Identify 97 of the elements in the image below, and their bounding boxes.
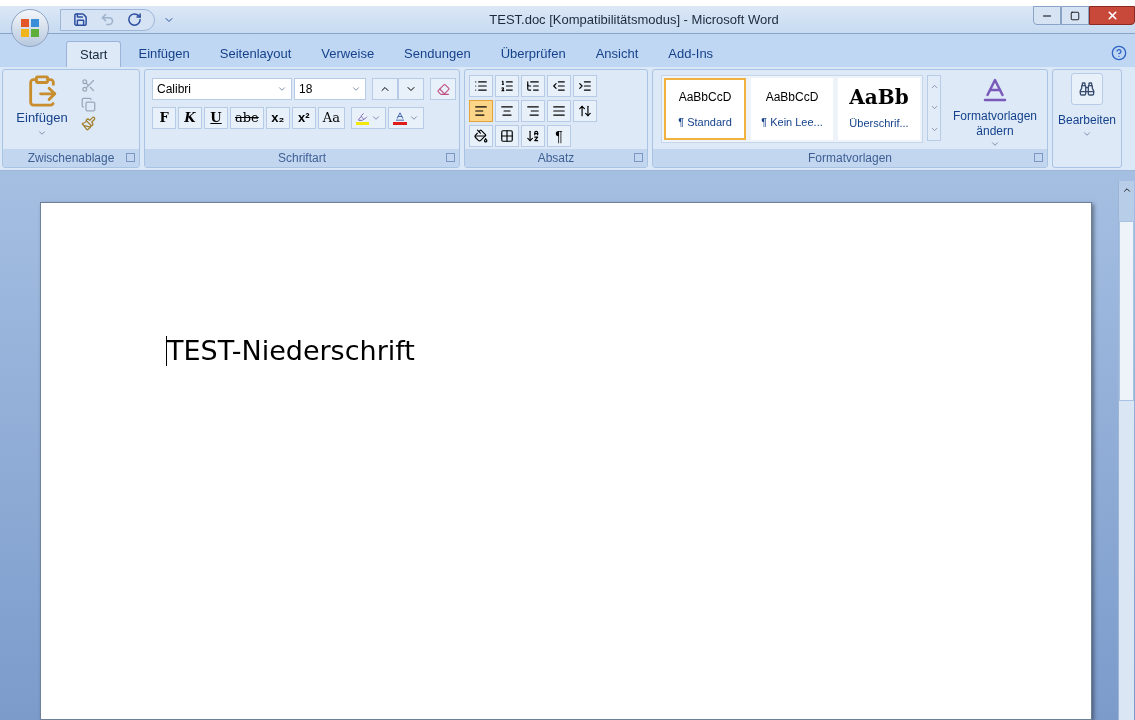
dialog-launcher-icon[interactable] bbox=[446, 153, 455, 162]
align-button[interactable] bbox=[521, 100, 545, 122]
format-button[interactable]: U bbox=[204, 107, 228, 129]
borders-button[interactable] bbox=[495, 125, 519, 147]
save-icon bbox=[73, 12, 88, 27]
align-center-icon bbox=[500, 104, 514, 118]
caret-icon bbox=[408, 113, 419, 123]
font-color-button[interactable] bbox=[387, 107, 424, 129]
align-right-icon bbox=[526, 104, 540, 118]
format-button[interactable]: x₂ bbox=[265, 107, 290, 129]
align-button[interactable] bbox=[469, 100, 493, 122]
multilevel-list-icon bbox=[526, 79, 540, 93]
justify-icon bbox=[552, 104, 566, 118]
grid-icon bbox=[500, 129, 514, 143]
sort-icon bbox=[526, 129, 540, 143]
shading-button[interactable] bbox=[469, 125, 493, 147]
multilevel-list-button[interactable] bbox=[521, 75, 545, 97]
line-spacing-button[interactable] bbox=[573, 100, 597, 122]
undo-icon bbox=[100, 12, 115, 27]
group-title: Formatvorlagen bbox=[807, 150, 892, 167]
style-name: ¶ Standard bbox=[678, 114, 732, 130]
grow-font-button[interactable] bbox=[372, 78, 398, 100]
style-preview: AaBb bbox=[849, 86, 909, 107]
up-chevron-icon bbox=[1121, 185, 1132, 195]
show-marks-button[interactable]: ¶ bbox=[547, 125, 571, 147]
maximize-button[interactable] bbox=[1061, 6, 1089, 25]
cut-icon[interactable] bbox=[81, 78, 96, 93]
brush-icon[interactable] bbox=[81, 116, 96, 131]
style-item[interactable]: AaBb Überschrif... bbox=[838, 78, 920, 140]
decrease-indent-icon bbox=[552, 79, 566, 93]
maximize-icon bbox=[1070, 10, 1080, 21]
paste-button[interactable]: Einfügen bbox=[7, 74, 77, 149]
style-name: Überschrif... bbox=[849, 115, 909, 131]
caret-icon bbox=[990, 139, 1000, 149]
font-family-field[interactable]: Calibri bbox=[152, 78, 292, 100]
dialog-launcher-icon[interactable] bbox=[126, 153, 135, 162]
redo-icon bbox=[127, 12, 142, 27]
caret-icon bbox=[351, 84, 361, 94]
change-styles-button[interactable]: Formatvorlagen ändern bbox=[945, 75, 1045, 149]
group-title: Schriftart bbox=[278, 150, 326, 167]
office-logo-icon bbox=[21, 19, 39, 37]
font-size-field[interactable]: 18 bbox=[294, 78, 366, 100]
font-color-icon bbox=[392, 111, 407, 125]
document-text: TEST-Niederschrift bbox=[167, 334, 415, 368]
ribbon-tab[interactable]: Add-Ins bbox=[655, 41, 727, 67]
format-button[interactable]: F bbox=[152, 107, 176, 129]
minimize-button[interactable] bbox=[1033, 6, 1061, 25]
numbering-button[interactable] bbox=[495, 75, 519, 97]
sort-button[interactable] bbox=[521, 125, 545, 147]
decrease-indent-button[interactable] bbox=[547, 75, 571, 97]
ribbon-tab[interactable]: Verweise bbox=[308, 41, 388, 67]
caret-icon bbox=[370, 113, 381, 123]
increase-indent-icon bbox=[578, 79, 592, 93]
style-name: ¶ Kein Lee... bbox=[761, 114, 823, 130]
ribbon-tab[interactable]: Start bbox=[66, 41, 122, 67]
numbered-list-icon bbox=[500, 79, 514, 93]
scroll-thumb[interactable] bbox=[1119, 221, 1134, 401]
format-button[interactable]: Aa bbox=[317, 107, 345, 129]
format-button[interactable]: K bbox=[178, 107, 202, 129]
ribbon-tab[interactable]: Überprüfen bbox=[487, 41, 579, 67]
editing-button[interactable]: Bearbeiten bbox=[1057, 73, 1116, 139]
text-cursor bbox=[166, 336, 167, 367]
binoculars-icon bbox=[1071, 73, 1103, 105]
copy-icon[interactable] bbox=[81, 97, 96, 112]
format-button[interactable]: x² bbox=[291, 107, 316, 129]
style-preview: AaBbCcD bbox=[678, 88, 732, 106]
window-title: TEST.doc [Kompatibilitätsmodus] - Microsoft Word bbox=[489, 10, 779, 29]
ribbon-tab[interactable]: Sendungen bbox=[391, 41, 484, 67]
align-left-icon bbox=[474, 104, 488, 118]
caret-icon bbox=[1082, 129, 1092, 139]
dialog-launcher-icon[interactable] bbox=[634, 153, 643, 162]
group-title: Zwischenablage bbox=[27, 150, 115, 167]
ribbon-tab[interactable]: Ansicht bbox=[582, 41, 652, 67]
clear-formatting-button[interactable] bbox=[430, 78, 456, 100]
ribbon-tab[interactable]: Seitenlayout bbox=[206, 41, 305, 67]
highlight-button[interactable] bbox=[350, 107, 386, 129]
close-button[interactable] bbox=[1089, 6, 1135, 25]
increase-indent-button[interactable] bbox=[573, 75, 597, 97]
style-item[interactable]: AaBbCcD ¶ Kein Lee... bbox=[751, 78, 833, 140]
bullets-button[interactable] bbox=[469, 75, 493, 97]
bullet-list-icon bbox=[474, 79, 488, 93]
ribbon-tab[interactable]: Einfügen bbox=[125, 41, 203, 67]
help-icon[interactable] bbox=[1111, 45, 1127, 61]
align-button[interactable] bbox=[495, 100, 519, 122]
group-title: Absatz bbox=[537, 150, 575, 167]
caret-icon bbox=[277, 84, 287, 94]
style-preview: AaBbCcD bbox=[765, 88, 819, 106]
dialog-launcher-icon[interactable] bbox=[1034, 153, 1043, 162]
format-button[interactable]: abe bbox=[230, 107, 264, 129]
shrink-font-button[interactable] bbox=[398, 78, 424, 100]
highlighter-icon bbox=[355, 111, 369, 125]
style-item[interactable]: AaBbCcD ¶ Standard bbox=[664, 78, 746, 140]
line-spacing-icon bbox=[578, 104, 592, 118]
eraser-icon bbox=[436, 82, 450, 96]
align-button[interactable] bbox=[547, 100, 571, 122]
close-icon bbox=[1105, 9, 1119, 22]
paint-bucket-icon bbox=[474, 129, 488, 143]
